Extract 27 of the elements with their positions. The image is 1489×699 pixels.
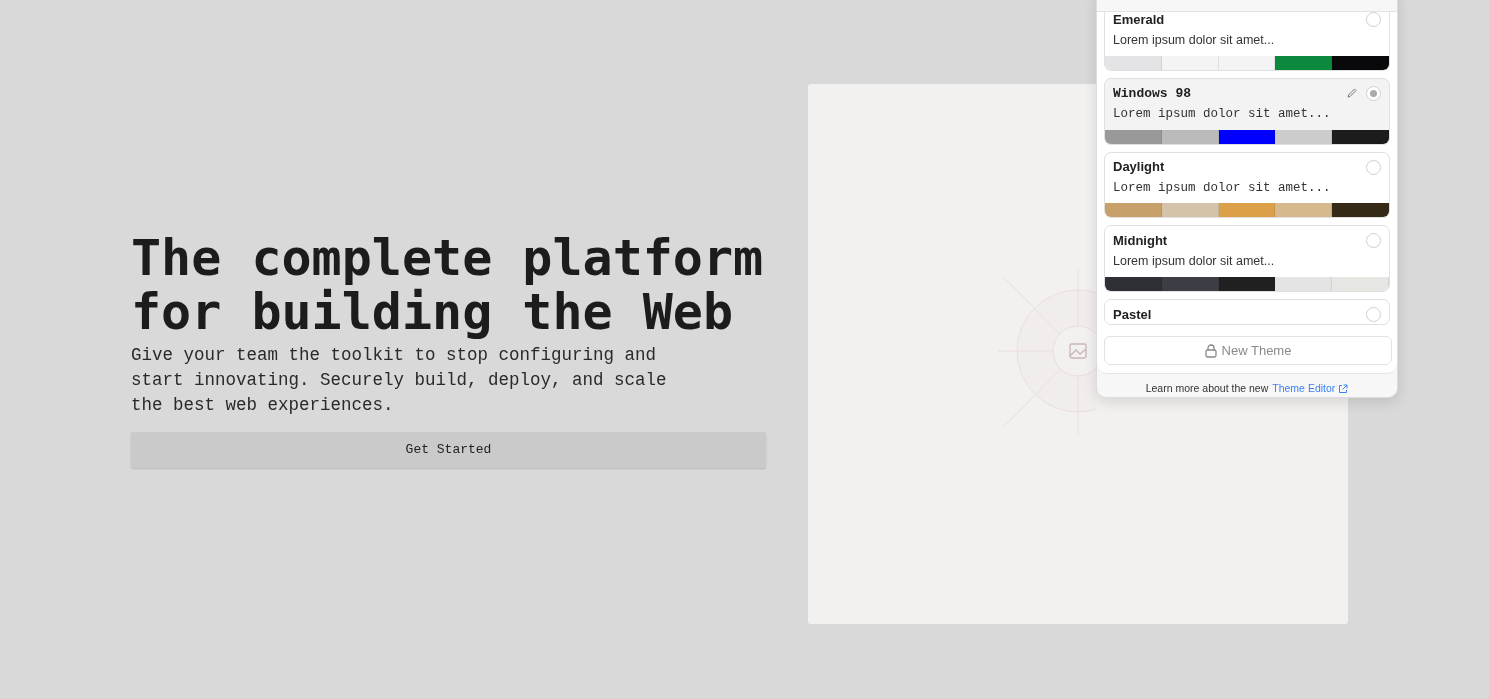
pencil-icon[interactable] <box>1346 87 1358 100</box>
radio-button[interactable] <box>1366 12 1381 27</box>
external-link-icon <box>1338 383 1349 394</box>
theme-name: Pastel <box>1113 305 1153 324</box>
hero-heading: The complete platform for building the Web <box>131 231 765 339</box>
hero-subtext: Give your team the toolkit to stop configuring and start innovating. Securely build, deploy, and scale the best web experiences. <box>131 344 668 417</box>
radio-button[interactable] <box>1366 307 1381 322</box>
theme-preview-text: Lorem ipsum dolor sit amet... <box>1112 179 1332 197</box>
theme-card[interactable]: Emerald Lorem ipsum dolor sit amet... <box>1104 12 1390 71</box>
theme-name: Midnight <box>1113 232 1169 250</box>
theme-card[interactable]: Midnight Lorem ipsum dolor sit amet... <box>1104 225 1390 292</box>
theme-preview-text: Lorem ipsum dolor sit amet... <box>1112 105 1332 123</box>
footer-text: Learn more about the new <box>1145 381 1269 396</box>
theme-editor-link[interactable]: Theme Editor <box>1272 381 1349 397</box>
radio-button[interactable] <box>1366 85 1381 101</box>
theme-name: Windows 98 <box>1113 84 1192 103</box>
theme-preview-text: Lorem ipsum dolor sit amet... <box>1112 32 1276 49</box>
new-theme-button[interactable]: New Theme <box>1104 336 1392 365</box>
radio-button[interactable] <box>1366 233 1381 249</box>
get-started-button[interactable]: Get Started <box>131 432 766 468</box>
theme-card[interactable]: Daylight Lorem ipsum dolor sit amet... <box>1104 151 1390 219</box>
theme-card[interactable]: Pastel <box>1104 299 1390 325</box>
theme-name: Daylight <box>1113 158 1166 177</box>
theme-preview-text: Lorem ipsum dolor sit amet... <box>1112 253 1276 271</box>
theme-name: Emerald <box>1113 12 1166 29</box>
radio-button[interactable] <box>1366 159 1381 175</box>
theme-card[interactable]: Windows 98 Lorem ipsum dolor sit amet... <box>1104 77 1390 145</box>
